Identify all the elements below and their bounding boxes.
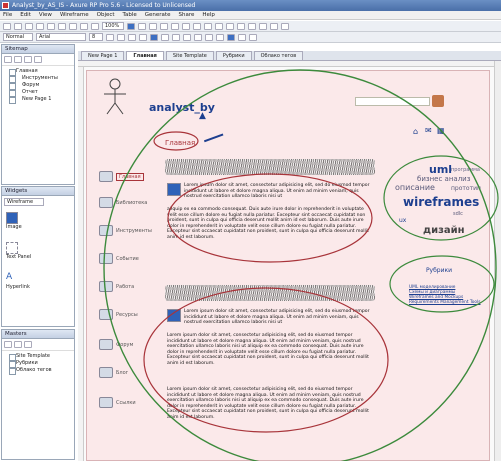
annotation-ellipse-green-rubrics [389,255,495,313]
annotation-ellipse-red-article2 [143,287,389,433]
annotation-ellipse-green-tagcloud [383,155,499,241]
annotation-overlay [103,69,499,461]
annotation-ellipse-red-article1 [167,173,373,263]
annotation-ellipse-green-large [103,69,497,461]
annotation-ellipse-red-home [153,131,199,151]
